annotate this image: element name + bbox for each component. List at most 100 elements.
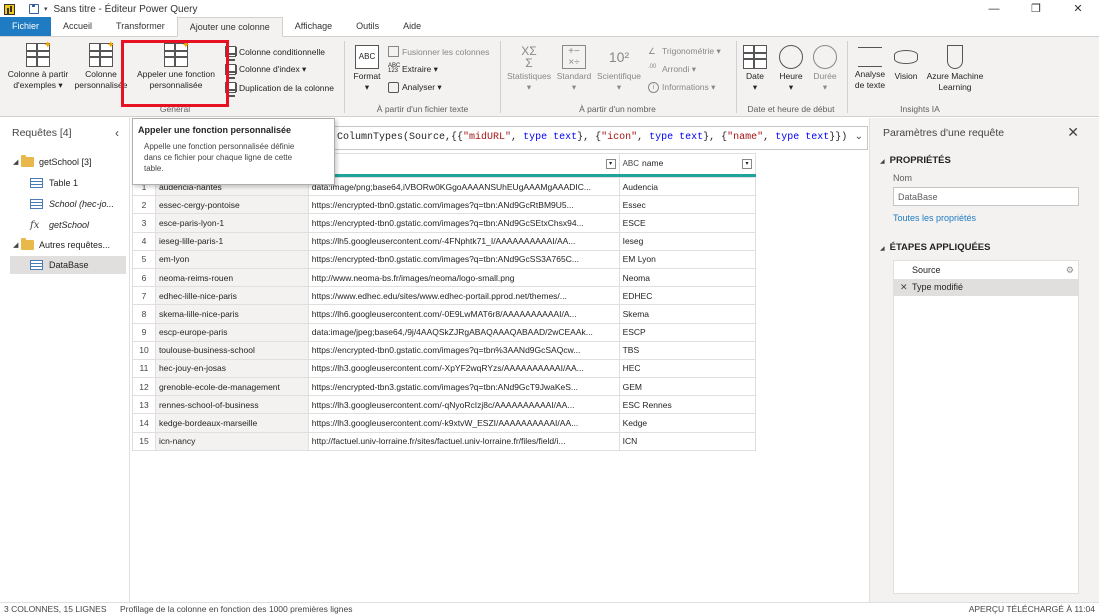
row-number[interactable]: 5 — [132, 249, 156, 269]
formula-expand-chevron-icon[interactable]: ⌄ — [855, 131, 863, 142]
cell-name[interactable]: GEM — [618, 377, 757, 397]
parse-button[interactable]: Analyser ▾ — [388, 82, 442, 93]
cell-icon[interactable]: https://lh3.googleusercontent.com/-XpYF2… — [307, 358, 620, 379]
cell-id[interactable]: grenoble-ecole-de-management — [154, 377, 309, 397]
cell-id[interactable]: essec-cergy-pontoise — [154, 195, 309, 215]
vision-button[interactable]: Vision — [890, 45, 922, 82]
text-type-icon[interactable]: ABC — [623, 159, 639, 168]
cell-id[interactable]: esce-paris-lyon-1 — [154, 213, 309, 233]
query-school[interactable]: School (hec-jo... — [30, 195, 114, 213]
restore-button[interactable]: ❐ — [1015, 0, 1057, 18]
cell-name[interactable]: TBS — [618, 340, 757, 360]
row-number[interactable]: 2 — [132, 195, 156, 215]
properties-header[interactable]: PROPRIÉTÉS — [880, 155, 951, 166]
cell-icon[interactable]: https://encrypted-tbn0.gstatic.com/image… — [307, 340, 620, 360]
query-group-other[interactable]: ◢ Autres requêtes... — [13, 236, 110, 254]
tab-affichage[interactable]: Affichage — [283, 17, 344, 36]
query-name-input[interactable]: DataBase — [893, 187, 1079, 206]
row-number[interactable]: 9 — [132, 322, 156, 342]
query-group-getschool[interactable]: ◢ getSchool [3] — [13, 153, 92, 171]
cell-id[interactable]: neoma-reims-rouen — [154, 267, 309, 288]
merge-columns-button[interactable]: Fusionner les colonnes — [388, 46, 489, 57]
row-number[interactable]: 7 — [132, 286, 156, 306]
filter-dropdown-icon[interactable]: ▾ — [605, 159, 616, 170]
cell-name[interactable]: Audencia — [618, 176, 757, 197]
cell-icon[interactable]: https://lh3.googleusercontent.com/-k9xtv… — [307, 413, 620, 433]
cell-name[interactable]: ICN — [618, 431, 757, 451]
extract-button[interactable]: ABC 123 Extraire ▾ — [388, 63, 438, 75]
cell-id[interactable]: ieseg-lille-paris-1 — [154, 231, 309, 251]
quick-access-dropdown-icon[interactable]: ▾ — [44, 5, 48, 13]
tab-accueil[interactable]: Accueil — [51, 17, 104, 36]
close-button[interactable]: ✕ — [1057, 0, 1099, 18]
cell-icon[interactable]: https://encrypted-tbn0.gstatic.com/image… — [307, 195, 620, 215]
cell-id[interactable]: em-lyon — [154, 249, 309, 269]
trigonometry-button[interactable]: ∠ Trigonométrie ▾ — [648, 46, 721, 57]
tab-aide[interactable]: Aide — [391, 17, 433, 36]
date-button[interactable]: Date ▾ — [738, 45, 772, 93]
conditional-column-button[interactable]: Colonne conditionnelle — [225, 46, 325, 57]
row-number[interactable]: 15 — [132, 431, 156, 451]
query-database[interactable]: DataBase — [10, 256, 126, 274]
tab-ajouter-une-colonne[interactable]: Ajouter une colonne — [176, 17, 283, 37]
delete-step-icon[interactable]: ✕ — [900, 279, 908, 296]
index-column-button[interactable]: Colonne d'index ▾ — [225, 64, 306, 75]
row-number[interactable]: 13 — [132, 395, 156, 415]
duplicate-column-button[interactable]: Duplication de la colonne — [225, 82, 334, 93]
row-number[interactable]: 3 — [132, 213, 156, 233]
cell-id[interactable]: rennes-school-of-business — [154, 395, 309, 415]
cell-name[interactable]: ESC Rennes — [618, 395, 757, 415]
expand-triangle-icon[interactable]: ◢ — [13, 158, 21, 166]
applied-steps-header[interactable]: ÉTAPES APPLIQUÉES — [880, 242, 991, 253]
row-number[interactable]: 4 — [132, 231, 156, 251]
cell-id[interactable]: kedge-bordeaux-marseille — [154, 413, 309, 433]
text-analytics-button[interactable]: Analyse de texte — [850, 45, 890, 91]
cell-icon[interactable]: https://lh5.googleusercontent.com/-4FNph… — [307, 231, 620, 251]
format-button[interactable]: ABC Format ▾ — [348, 45, 386, 93]
cell-icon[interactable]: https://lh3.googleusercontent.com/-qNyoR… — [307, 395, 620, 415]
cell-name[interactable]: ESCP — [618, 322, 757, 342]
status-profiling[interactable]: Profilage de la colonne en fonction des … — [120, 604, 352, 614]
information-button[interactable]: i Informations ▾ — [648, 82, 715, 93]
cell-icon[interactable]: data:image/jpeg;base64,/9j/4AAQSkZJRgABA… — [307, 322, 620, 342]
tab-outils[interactable]: Outils — [344, 17, 391, 36]
cell-icon[interactable]: http://factuel.univ-lorraine.fr/sites/fa… — [307, 431, 620, 451]
cell-icon[interactable]: https://encrypted-tbn0.gstatic.com/image… — [307, 213, 620, 233]
row-number[interactable]: 12 — [132, 377, 156, 397]
standard-button[interactable]: +− ×÷ Standard ▾ — [554, 45, 594, 93]
query-getschool-function[interactable]: fx getSchool — [30, 216, 89, 234]
minimize-button[interactable]: — — [973, 0, 1015, 18]
cell-name[interactable]: Kedge — [618, 413, 757, 433]
round-button[interactable]: .00 Arrondi ▾ — [648, 64, 696, 75]
expand-triangle-icon[interactable]: ◢ — [13, 241, 21, 249]
row-number[interactable]: 11 — [132, 358, 156, 379]
all-properties-link[interactable]: Toutes les propriétés — [893, 213, 976, 223]
statistics-button[interactable]: XΣ Σ Statistiques ▾ — [504, 45, 554, 93]
cell-name[interactable]: EM Lyon — [618, 249, 757, 269]
cell-icon[interactable]: http://www.neoma-bs.fr/images/neoma/logo… — [307, 267, 620, 288]
time-button[interactable]: Heure ▾ — [774, 45, 808, 93]
gear-icon[interactable]: ⚙ — [1066, 262, 1074, 279]
row-number[interactable]: 8 — [132, 304, 156, 324]
row-number[interactable]: 10 — [132, 340, 156, 360]
cell-icon[interactable]: https://lh6.googleusercontent.com/-0E9Lw… — [307, 304, 620, 324]
azure-ml-button[interactable]: Azure Machine Learning — [922, 45, 988, 93]
cell-id[interactable]: escp-europe-paris — [154, 322, 309, 342]
duration-button[interactable]: Durée ▾ — [808, 45, 842, 93]
cell-name[interactable]: Neoma — [618, 267, 757, 288]
collapse-chevron-icon[interactable]: ‹ — [115, 126, 119, 140]
column-from-examples-button[interactable]: ✦ Colonne à partir d'exemples ▾ — [4, 40, 72, 91]
save-icon[interactable] — [29, 4, 39, 14]
step-source[interactable]: Source ⚙ — [894, 262, 1078, 279]
cell-icon[interactable]: https://encrypted-tbn0.gstatic.com/image… — [307, 249, 620, 269]
cell-icon[interactable]: https://www.edhec.edu/sites/www.edhec-po… — [307, 286, 620, 306]
cell-id[interactable]: toulouse-business-school — [154, 340, 309, 360]
cell-name[interactable]: Ieseg — [618, 231, 757, 251]
cell-id[interactable]: skema-lille-nice-paris — [154, 304, 309, 324]
column-header-name[interactable]: ABC name ▾ — [618, 153, 757, 174]
filter-dropdown-icon[interactable]: ▾ — [742, 159, 752, 170]
cell-name[interactable]: Essec — [618, 195, 757, 215]
cell-name[interactable]: EDHEC — [618, 286, 757, 306]
cell-icon[interactable]: data:image/png;base64,iVBORw0KGgoAAAANSU… — [307, 176, 620, 197]
cell-icon[interactable]: https://encrypted-tbn3.gstatic.com/image… — [307, 377, 620, 397]
